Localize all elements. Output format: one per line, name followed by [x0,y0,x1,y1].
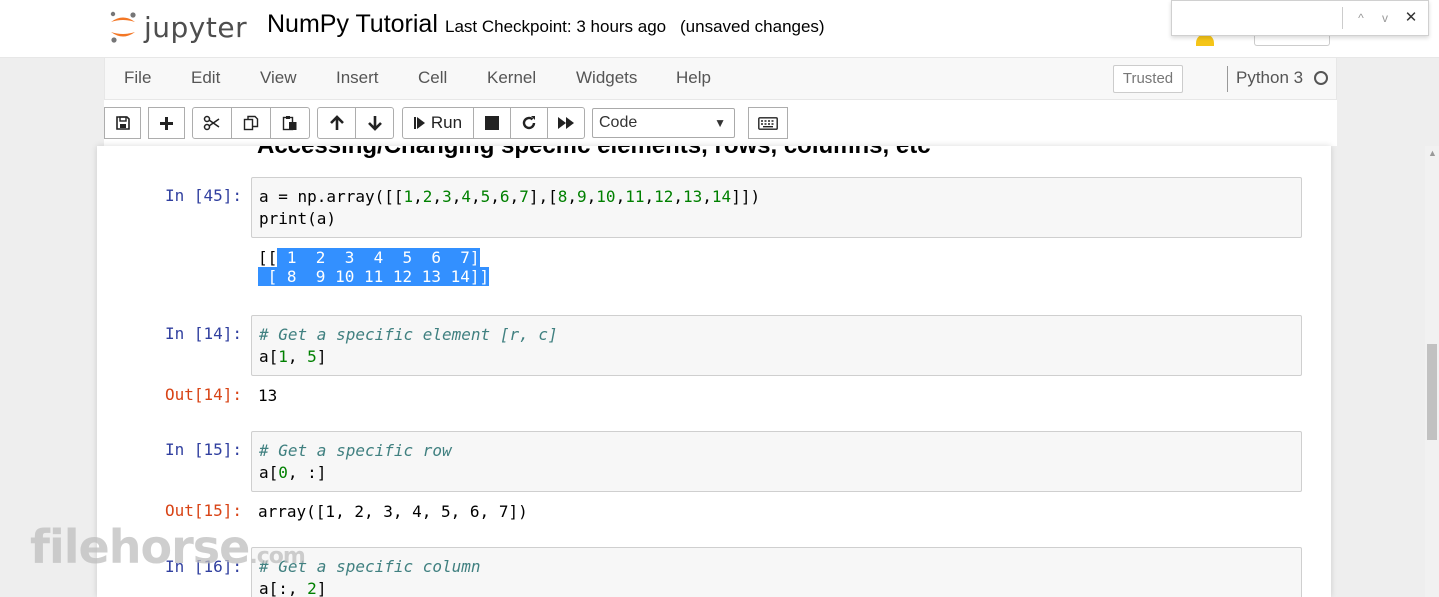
find-divider [1342,7,1343,29]
cell-output: 13 [258,386,278,405]
code-cell-input[interactable]: a = np.array([[1,2,3,4,5,6,7],[8,9,10,11… [251,177,1302,238]
checkpoint-status: Last Checkpoint: 3 hours ago [445,17,667,36]
output-prompt: Out[14]: [164,385,242,404]
code-line: a[0, :] [259,463,327,482]
code-cell-input[interactable]: # Get a specific row a[0, :] [251,431,1302,492]
menu-insert[interactable]: Insert [336,68,379,88]
toolbar: Run Code ▼ [104,100,1337,146]
cut-button[interactable] [192,107,232,139]
watermark-logo: filehorse.com [30,520,306,574]
watermark-text: filehorse [30,520,250,574]
arrow-up-icon [329,115,344,130]
menu-help[interactable]: Help [676,68,711,88]
menu-cell[interactable]: Cell [418,68,447,88]
move-up-button[interactable] [317,107,356,139]
menu-widgets[interactable]: Widgets [576,68,637,88]
input-prompt: In [45]: [164,186,242,205]
run-button[interactable]: Run [402,107,474,139]
menu-file[interactable]: File [124,68,151,88]
save-button[interactable] [104,107,141,139]
restart-icon [522,116,536,130]
command-palette-button[interactable] [748,107,788,139]
paste-button[interactable] [270,107,310,139]
cell-output: [[ 1 2 3 4 5 6 7] [ 8 9 10 11 12 13 14]] [258,248,490,286]
input-prompt: In [14]: [164,324,242,343]
cell-type-value: Code [599,114,638,131]
kernel-name[interactable]: Python 3 [1236,68,1303,88]
close-icon: ✕ [1404,9,1418,26]
copy-button[interactable] [231,107,271,139]
code-line: a = np.array([[1,2,3,4,5,6,7],[8,9,10,11… [259,187,761,206]
stop-icon [485,116,499,130]
arrow-down-icon [367,116,382,131]
menu-view[interactable]: View [260,68,297,88]
insert-cell-button[interactable] [148,107,185,139]
jupyter-logo-text: jupyter [144,10,248,44]
run-icon [413,117,425,129]
menu-kernel[interactable]: Kernel [487,68,536,88]
find-previous-button[interactable]: ^ [1352,9,1370,27]
code-line: a[:, 2] [259,579,327,597]
markdown-heading: Accessing/Changing specific elements, ro… [257,146,931,160]
move-down-button[interactable] [355,107,394,139]
notebook-title[interactable]: NumPy Tutorial [267,10,438,39]
run-button-label: Run [430,113,463,132]
code-cell-input[interactable]: # Get a specific column a[:, 2] [251,547,1302,597]
watermark-suffix: .com [249,544,305,569]
code-comment: # Get a specific row [259,441,452,460]
scroll-up-icon[interactable]: ▲ [1428,148,1437,158]
cell-output: array([1, 2, 3, 4, 5, 6, 7]) [258,502,528,521]
copy-icon [243,115,259,131]
code-comment: # Get a specific element [r, c] [259,325,558,344]
paste-icon [282,116,297,131]
keyboard-icon [758,116,778,130]
restart-run-all-button[interactable] [547,107,585,139]
kernel-divider [1227,66,1228,92]
find-input[interactable] [1176,5,1342,31]
code-line: a[1, 5] [259,347,327,366]
menu-edit[interactable]: Edit [191,68,220,88]
input-prompt: In [15]: [164,440,242,459]
find-close-button[interactable]: ✕ [1402,9,1420,27]
kernel-idle-icon [1314,71,1328,85]
save-status: (unsaved changes) [680,17,825,36]
code-line: print(a) [259,209,337,228]
cell-type-select[interactable]: Code ▼ [592,108,735,138]
jupyter-logo-icon [108,10,138,44]
scrollbar-thumb[interactable] [1427,344,1437,440]
output-prompt: Out[15]: [164,501,242,520]
menubar: File Edit View Insert Cell Kernel Widget… [104,58,1337,100]
chevron-up-icon: ^ [1358,11,1364,25]
page-scrollbar[interactable]: ▲ [1425,146,1439,597]
plus-icon [160,116,173,130]
cut-icon [203,115,220,131]
trusted-badge[interactable]: Trusted [1113,65,1183,93]
interrupt-button[interactable] [473,107,511,139]
code-cell-input[interactable]: # Get a specific element [r, c] a[1, 5] [251,315,1302,376]
find-next-button[interactable]: v [1376,9,1394,27]
find-bar: ^ v ✕ [1171,0,1429,36]
chevron-down-icon: v [1382,11,1388,25]
save-icon [115,116,130,130]
restart-button[interactable] [510,107,548,139]
caret-down-icon: ▼ [714,116,726,130]
jupyter-logo[interactable]: jupyter [108,8,247,46]
fast-forward-icon [558,117,574,129]
